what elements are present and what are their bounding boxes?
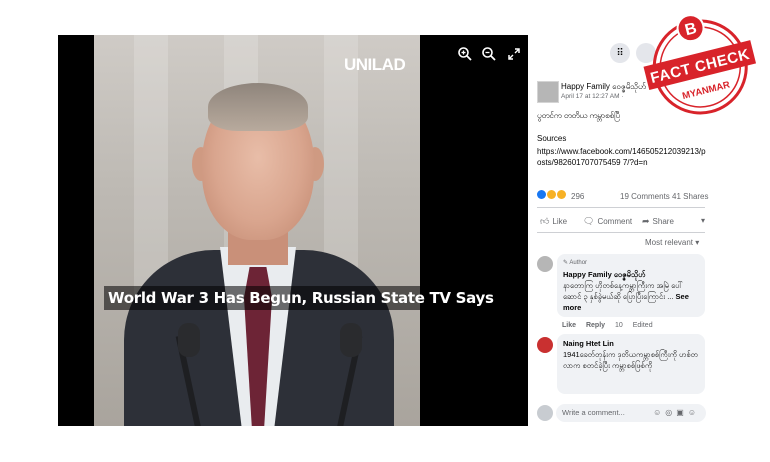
comment-author-name[interactable]: Happy Family ဝေဇ္ဇမိသိုဟ် <box>563 269 699 280</box>
divider <box>537 232 705 233</box>
comment-bubble: Naing Htet Lin 1941ခေတ်တုန်းက ဒုတိယကမ္ဘာ… <box>557 334 705 394</box>
comment-avatar[interactable] <box>537 337 553 353</box>
reaction-count[interactable]: 296 <box>571 192 584 201</box>
comment-actions: Like Reply 10 Edited <box>562 322 661 329</box>
video-caption: World War 3 Has Begun, Russian State TV … <box>104 286 498 310</box>
share-button[interactable]: ➦ Share <box>642 216 674 227</box>
write-comment-input[interactable]: Write a comment... ☺◎▣☺ <box>556 404 706 422</box>
divider <box>537 207 705 208</box>
unilad-watermark: UNILAD <box>344 55 406 74</box>
post-timestamp[interactable]: April 17 at 12:27 AM · <box>561 93 624 100</box>
author-badge: ✎ Author <box>563 260 588 266</box>
comment-icon: 🗨︎ <box>583 216 595 226</box>
video-still <box>94 35 420 426</box>
source-link[interactable]: https://www.facebook.com/146505212039213… <box>537 146 707 168</box>
comment-sort-dropdown[interactable]: Most relevant ▾ <box>645 238 699 247</box>
comment-label: Comment <box>597 217 633 226</box>
comment-input-icons[interactable]: ☺◎▣☺ <box>653 404 700 422</box>
comment-avatar[interactable] <box>537 256 553 272</box>
zoom-out-icon[interactable] <box>481 46 497 62</box>
fact-check-badge: B FACT CHECK MYANMAR <box>639 5 761 127</box>
comment-text: နာတောကြ ဟိုတစ်နေ့ကမ္ဘာကြီးက အမြဲ ပေါ်ဆော… <box>563 281 689 312</box>
wow-reaction-icon <box>557 190 566 199</box>
comment-age[interactable]: 10 <box>615 322 623 329</box>
write-comment-placeholder: Write a comment... <box>562 408 625 417</box>
comment-text: 1941ခေတ်တုန်းက ဒုတိယကမ္ဘာစစ်ကြီးကို ဟစ်တ… <box>563 350 698 370</box>
zoom-in-icon[interactable] <box>457 46 473 62</box>
comment-author-name[interactable]: Naing Htet Lin <box>563 338 699 349</box>
post-stats: 19 Comments 41 Shares <box>620 192 709 201</box>
like-button[interactable]: 👍︎ Like <box>540 216 567 227</box>
like-label: Like <box>552 217 568 226</box>
post-author-name[interactable]: Happy Family ဝေဇ္ဇမိသိုဟ် <box>561 81 646 93</box>
comment-button[interactable]: 🗨︎ Comment <box>583 216 632 227</box>
shares-count[interactable]: 41 Shares <box>672 192 708 201</box>
post-author-avatar[interactable] <box>537 81 559 103</box>
comment-edited: Edited <box>632 322 653 329</box>
sources-label: Sources <box>537 134 567 143</box>
like-reaction-icon <box>537 190 546 199</box>
comment-reply-button[interactable]: Reply <box>586 322 605 329</box>
comment-bubble: ✎ Author Happy Family ဝေဇ္ဇမိသိုဟ် နာတော… <box>557 254 705 317</box>
comment-like-button[interactable]: Like <box>562 322 576 329</box>
fullscreen-icon[interactable] <box>506 46 522 62</box>
thumbs-up-icon: 👍︎ <box>540 216 550 226</box>
sort-label: Most relevant <box>645 238 694 247</box>
post-text: ပွတင်က တတိယ ကမ္ဘာစစ်ပြီ <box>537 111 620 120</box>
reaction-icons[interactable] <box>537 190 566 199</box>
share-icon: ➦ <box>642 216 650 226</box>
share-dropdown-icon[interactable]: ▾ <box>701 216 705 225</box>
menu-grid-icon[interactable]: ⠿ <box>610 43 630 63</box>
share-label: Share <box>652 217 674 226</box>
comments-count[interactable]: 19 Comments <box>620 192 670 201</box>
my-avatar <box>537 405 553 421</box>
haha-reaction-icon <box>547 190 556 199</box>
